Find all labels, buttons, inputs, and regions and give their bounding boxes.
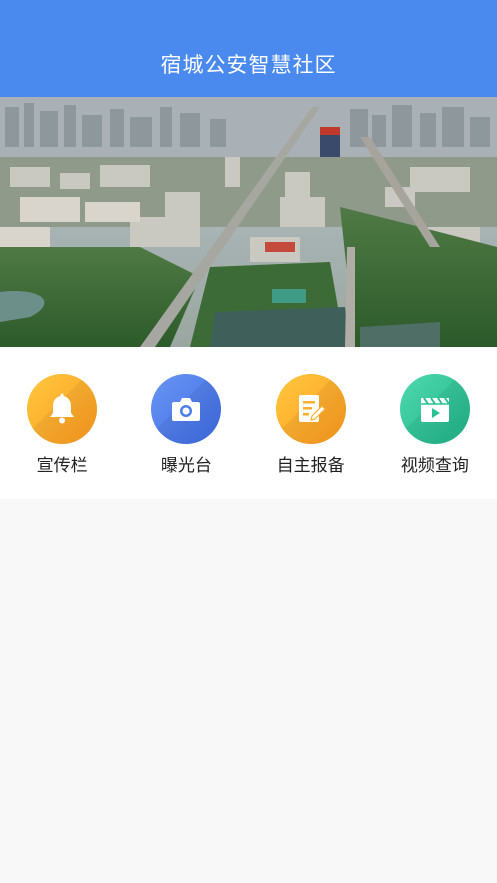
menu-item-exposure[interactable]: 曝光台 — [124, 347, 248, 499]
page-title: 宿城公安智慧社区 — [160, 53, 337, 77]
bell-icon — [27, 374, 98, 444]
menu-item-video-query[interactable]: 视频查询 — [373, 347, 497, 499]
menu-label-exposure: 曝光台 — [160, 456, 212, 476]
video-play-icon — [399, 374, 470, 444]
menu-label-video-query: 视频查询 — [400, 456, 469, 476]
menu-label-self-report: 自主报备 — [276, 456, 345, 476]
banner-image[interactable] — [0, 97, 497, 347]
feature-menu: 宣传栏 曝光台 自主报备 视频查询 — [0, 347, 497, 499]
edit-document-icon — [275, 374, 346, 444]
camera-icon — [151, 374, 222, 444]
app-header: 宿城公安智慧社区 — [0, 0, 497, 97]
menu-label-bulletin: 宣传栏 — [36, 456, 88, 476]
menu-item-self-report[interactable]: 自主报备 — [249, 347, 373, 499]
city-aerial-photo — [0, 97, 497, 347]
menu-item-bulletin[interactable]: 宣传栏 — [0, 347, 124, 499]
content-area — [0, 499, 497, 883]
